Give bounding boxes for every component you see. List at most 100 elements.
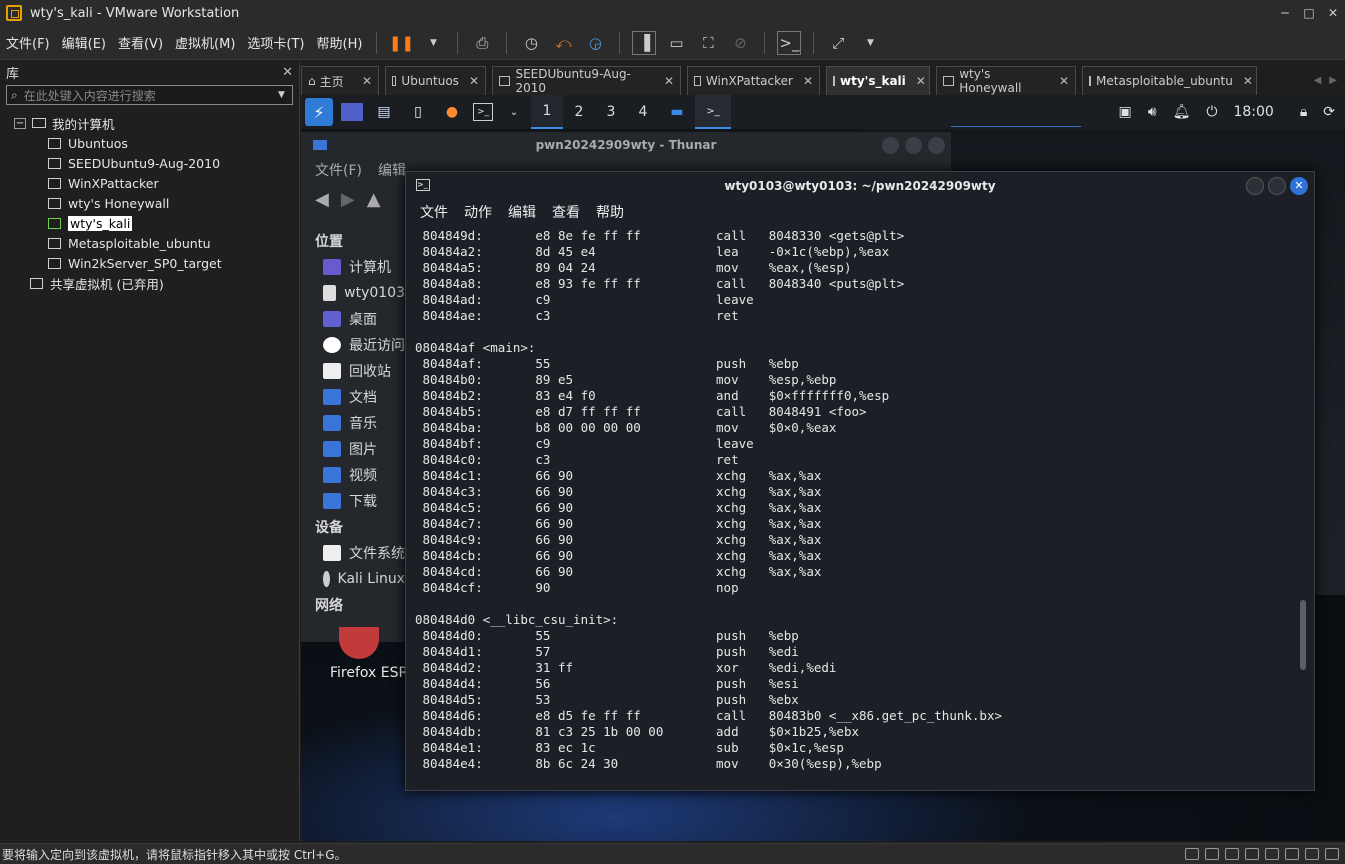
logout-icon[interactable]: ⟳ (1323, 104, 1335, 120)
console-view-icon[interactable]: >_ (777, 30, 802, 55)
chevron-down-icon[interactable]: ▼ (278, 90, 292, 100)
maximize-icon[interactable] (1268, 177, 1286, 195)
tree-item-vm[interactable]: Ubuntuos (0, 133, 299, 153)
workspace-3[interactable]: 3 (595, 95, 627, 129)
device-kali[interactable]: Kali Linux (301, 566, 405, 592)
chevron-down-icon[interactable]: ⌄ (501, 99, 527, 125)
network-icon[interactable] (1225, 848, 1239, 860)
close-icon[interactable]: ✕ (459, 74, 479, 88)
close-icon[interactable]: ✕ (906, 74, 926, 88)
tab-home[interactable]: ⌂ 主页 ✕ (301, 66, 379, 95)
close-icon[interactable] (928, 136, 945, 154)
terminal-menu-edit[interactable]: 编辑 (508, 202, 536, 222)
place-music[interactable]: 音乐 (301, 410, 405, 436)
revert-snapshot-icon[interactable]: ⤺ (551, 31, 575, 55)
place-documents[interactable]: 文档 (301, 384, 405, 410)
dropdown-icon[interactable]: ▼ (858, 31, 882, 55)
display-icon[interactable]: ▣ (1119, 104, 1132, 120)
maximize-icon[interactable] (905, 136, 922, 154)
tree-item-vm-selected[interactable]: wty's_kali (0, 213, 299, 233)
terminal-scrollbar[interactable] (1300, 600, 1306, 670)
place-desktop[interactable]: 桌面 (301, 306, 405, 332)
tab-vm-active[interactable]: wty's_kali ✕ (826, 66, 930, 95)
tree-root[interactable]: − 我的计算机 (0, 113, 299, 133)
up-icon[interactable]: ▲ (367, 189, 381, 210)
volume-icon[interactable]: 🔊︎ (1148, 104, 1157, 120)
show-desktop-icon[interactable] (341, 103, 363, 121)
tab-vm[interactable]: wty's Honeywall ✕ (936, 66, 1076, 95)
workspace-4[interactable]: 4 (627, 95, 659, 129)
terminal-menu-help[interactable]: 帮助 (596, 202, 624, 222)
thumbnail-view-icon[interactable]: ▭ (664, 31, 688, 55)
minimize-icon[interactable] (1246, 177, 1264, 195)
tree-item-vm[interactable]: Win2kServer_SP0_target (0, 253, 299, 273)
printer-icon[interactable] (1285, 848, 1299, 860)
kali-menu-icon[interactable]: ⚡ (305, 98, 333, 126)
close-icon[interactable]: ✕ (352, 74, 372, 88)
tree-item-vm[interactable]: WinXPattacker (0, 173, 299, 193)
send-ctrl-alt-del-icon[interactable]: ⎙ (470, 31, 494, 55)
collapse-icon[interactable]: − (14, 117, 26, 129)
notification-bell-icon[interactable]: 🔔︎ (1173, 104, 1191, 120)
tab-scroll-right-icon[interactable]: ▶ (1329, 75, 1345, 86)
minimize-icon[interactable]: ─ (1273, 6, 1297, 20)
terminal-icon[interactable]: >_ (473, 103, 493, 121)
close-icon[interactable]: ✕ (654, 74, 674, 88)
menu-view[interactable]: 查看(V) (112, 33, 169, 52)
stretch-icon[interactable]: ⤢ (826, 31, 850, 55)
tree-item-vm[interactable]: Metasploitable_ubuntu (0, 233, 299, 253)
guest-desktop[interactable]: ⚡ ▤ ▯ ● >_ ⌄ 1 2 3 4 ▬ >_ ▣ 🔊︎ 🔔︎ ⏻ 18:0… (301, 95, 1345, 841)
terminal-window[interactable]: >_ wty0103@wty0103: ~/pwn20242909wty ✕ 文… (405, 171, 1315, 791)
place-trash[interactable]: 回收站 (301, 358, 405, 384)
close-icon[interactable]: ✕ (1290, 177, 1308, 195)
place-downloads[interactable]: 下载 (301, 488, 405, 514)
library-search-input[interactable]: ⌕ 在此处键入内容进行搜索 ▼ (6, 85, 293, 105)
sound-icon[interactable] (1265, 848, 1279, 860)
snapshot-manager-icon[interactable]: ◶ (583, 31, 607, 55)
firefox-icon[interactable]: ● (439, 99, 465, 125)
message-icon[interactable] (1325, 848, 1339, 860)
device-filesystem[interactable]: 文件系统 (301, 540, 405, 566)
firefox-desktop-label[interactable]: Firefox ESR (330, 665, 408, 681)
library-view-icon[interactable]: ▐ (632, 30, 657, 55)
menu-file[interactable]: 文件(F) (0, 33, 56, 52)
cdrom-icon[interactable] (1205, 848, 1219, 860)
tree-item-vm[interactable]: wty's Honeywall (0, 193, 299, 213)
tab-vm[interactable]: Ubuntuos ✕ (385, 66, 486, 95)
menu-vm[interactable]: 虚拟机(M) (169, 33, 241, 52)
dropdown-icon[interactable]: ▼ (421, 31, 445, 55)
place-recent[interactable]: 最近访问 (301, 332, 405, 358)
unity-icon[interactable]: ⊘ (728, 31, 752, 55)
terminal-menu-actions[interactable]: 动作 (464, 202, 492, 222)
place-pictures[interactable]: 图片 (301, 436, 405, 462)
terminal-output[interactable]: 804849d: e8 8e fe ff ff call 8048330 <ge… (406, 228, 1296, 788)
place-videos[interactable]: 视频 (301, 462, 405, 488)
text-editor-icon[interactable]: ▯ (405, 99, 431, 125)
close-icon[interactable]: ✕ (793, 74, 813, 88)
workspace-2[interactable]: 2 (563, 95, 595, 129)
menu-tabs[interactable]: 选项卡(T) (241, 33, 310, 52)
forward-icon[interactable]: ▶ (341, 189, 355, 210)
tree-item-vm[interactable]: SEEDUbuntu9-Aug-2010 (0, 153, 299, 173)
minimize-icon[interactable] (882, 136, 899, 154)
pause-icon[interactable]: ❚❚ (389, 31, 414, 55)
tree-item-shared[interactable]: 共享虚拟机 (已弃用) (0, 273, 299, 293)
terminal-menu-view[interactable]: 查看 (552, 202, 580, 222)
tab-scroll-left-icon[interactable]: ◀ (1314, 75, 1330, 86)
panel-clock[interactable]: 18:00 (1233, 104, 1273, 120)
thunar-menu-file[interactable]: 文件(F) (315, 160, 362, 180)
snapshot-icon[interactable]: ◷ (519, 31, 543, 55)
tab-vm[interactable]: WinXPattacker ✕ (687, 66, 820, 95)
place-home[interactable]: wty0103 (301, 280, 405, 306)
terminal-menu-file[interactable]: 文件 (420, 202, 448, 222)
place-computer[interactable]: 计算机 (301, 254, 405, 280)
close-icon[interactable]: ✕ (1049, 74, 1069, 88)
usb-icon[interactable] (1245, 848, 1259, 860)
close-icon[interactable]: ✕ (282, 65, 293, 80)
close-icon[interactable]: ✕ (1321, 6, 1345, 20)
maximize-icon[interactable]: □ (1297, 6, 1321, 20)
menu-edit[interactable]: 编辑(E) (56, 33, 112, 52)
task-terminal-icon[interactable]: >_ (695, 95, 731, 129)
workspace-1[interactable]: 1 (531, 95, 563, 129)
close-icon[interactable]: ✕ (1233, 74, 1253, 88)
